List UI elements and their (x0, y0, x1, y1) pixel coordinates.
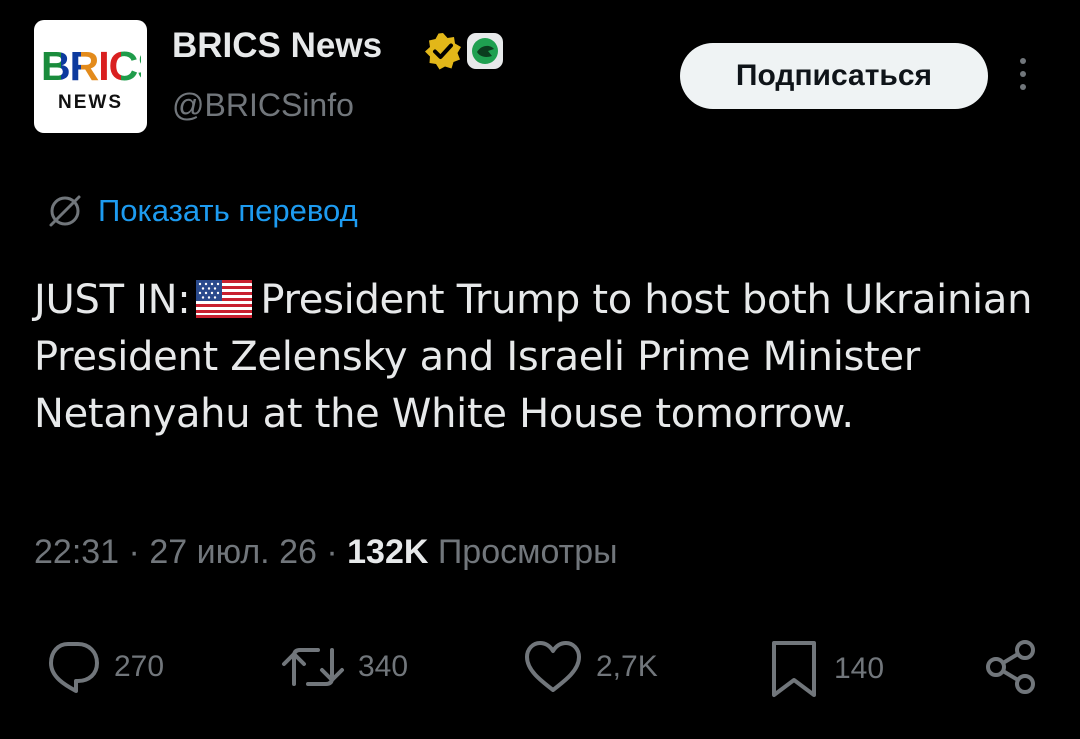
view-count: 132K (347, 533, 429, 571)
meta-separator: · (326, 533, 338, 571)
tweet-time[interactable]: 22:31 (34, 533, 119, 571)
subscribe-button[interactable]: Подписаться (680, 43, 988, 109)
repost-icon (282, 648, 344, 686)
user-handle[interactable]: @BRICSinfo (172, 87, 354, 124)
avatar[interactable]: BRICS NEWS (34, 20, 147, 133)
verified-badge-icon[interactable] (424, 32, 462, 70)
like-button[interactable]: 2,7K (522, 638, 658, 696)
views-label: Просмотры (437, 533, 618, 571)
heart-icon (525, 641, 581, 692)
globe-icon (49, 195, 81, 227)
brics-logo-text: BRICS (41, 46, 147, 87)
like-count: 2,7K (596, 650, 658, 683)
share-icon (986, 640, 1035, 694)
tweet-meta: 22:31 · 27 июл. 26 · 132K Просмотры (34, 533, 618, 572)
bookmark-icon (772, 641, 816, 697)
tweet-prefix: JUST IN: (34, 277, 191, 323)
reply-icon (49, 642, 99, 693)
tweet-date[interactable]: 27 июл. 26 (149, 533, 317, 571)
show-translation-link[interactable]: Показать перевод (46, 192, 358, 230)
display-name[interactable]: BRICS News (172, 26, 382, 66)
reply-button[interactable]: 270 (44, 638, 164, 696)
share-button[interactable] (982, 638, 1052, 696)
bookmark-count: 140 (834, 652, 885, 685)
us-flag-icon (196, 280, 253, 318)
reply-count: 270 (114, 650, 165, 683)
meta-separator: · (128, 533, 140, 571)
show-translation-label: Показать перевод (98, 193, 358, 228)
more-options-icon[interactable] (1016, 58, 1030, 98)
news-logo-text: NEWS (58, 92, 123, 113)
bookmark-button[interactable]: 140 (766, 638, 884, 700)
repost-button[interactable]: 340 (280, 638, 408, 696)
affiliate-badge-icon[interactable] (466, 32, 504, 70)
tweet-text: JUST IN: President Trump to host both Uk… (34, 272, 1044, 443)
action-bar: 270 340 2,7K 140 (0, 634, 1080, 704)
repost-count: 340 (358, 650, 409, 683)
